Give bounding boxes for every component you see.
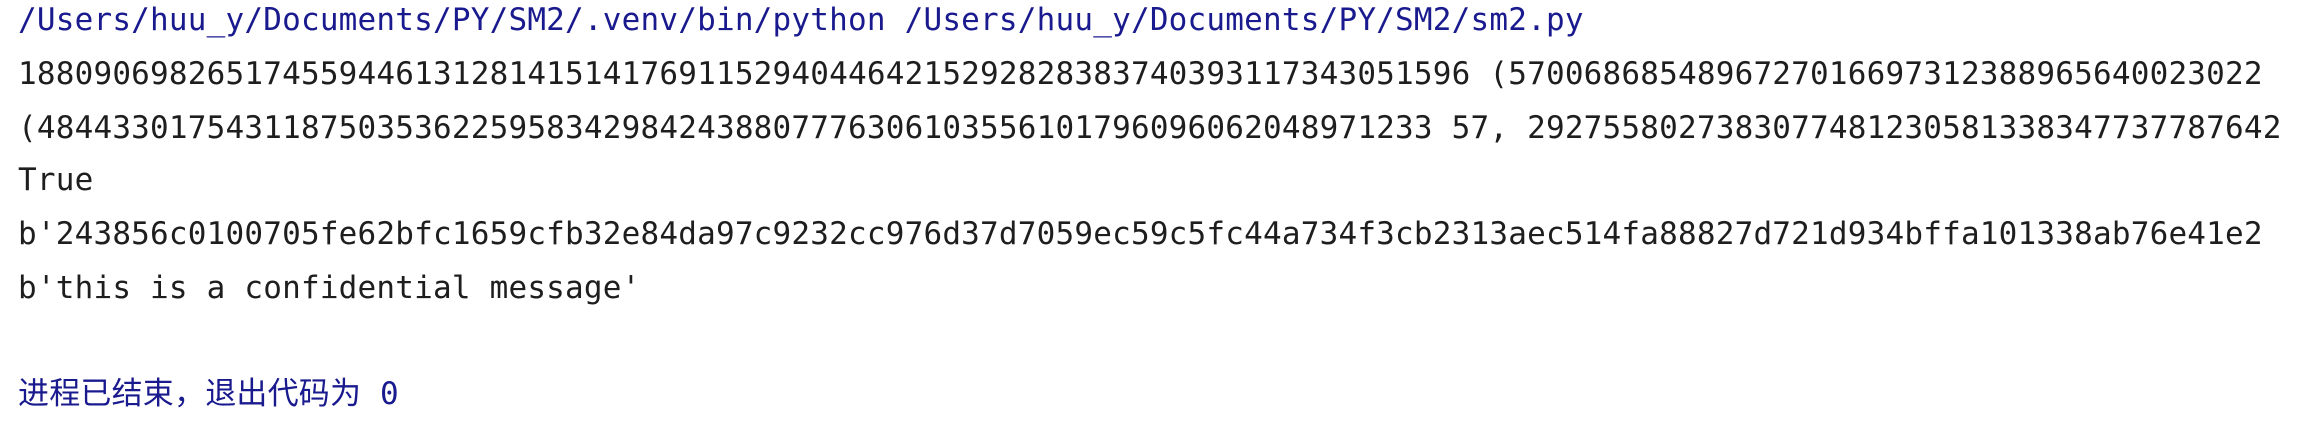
output-line-1: 1880906982651745594461312814151417691152… (18, 56, 2263, 92)
output-line-5: b'this is a confidential message' (18, 270, 641, 306)
output-line-4: b'243856c0100705fe62bfc1659cfb32e84da97c… (18, 216, 2263, 252)
run-console-output: /Users/huu_y/Documents/PY/SM2/.venv/bin/… (0, 0, 2312, 440)
output-line-2: (484433017543118750353622595834298424388… (18, 110, 2282, 146)
output-line-3: True (18, 162, 94, 198)
run-command-line[interactable]: /Users/huu_y/Documents/PY/SM2/.venv/bin/… (18, 2, 1584, 38)
process-exit-message: 进程已结束，退出代码为 0 (18, 376, 399, 412)
